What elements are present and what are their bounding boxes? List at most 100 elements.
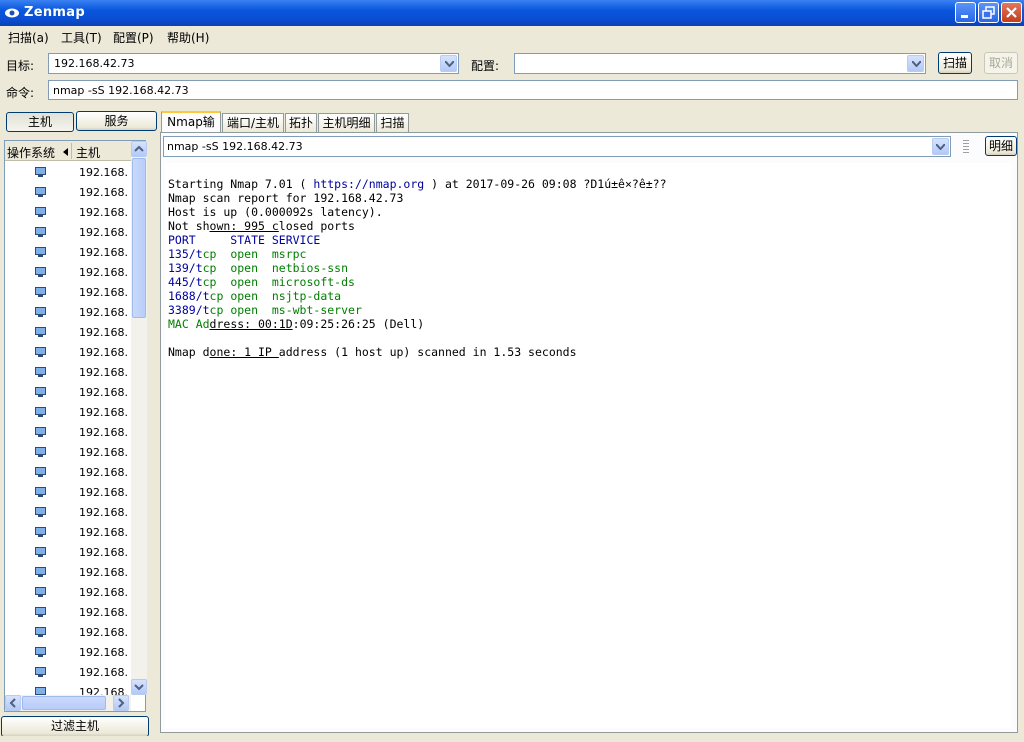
scroll-up-button[interactable] [131,141,147,157]
host-row[interactable]: 192.168. [5,662,131,682]
host-row[interactable]: 192.168. [5,642,131,662]
zenmap-eye-icon [5,8,19,18]
host-row[interactable]: 192.168. [5,422,131,442]
tab-nmap-output[interactable]: Nmap输出 [161,111,221,147]
host-ip: 192.168. [79,206,128,219]
windows-os-icon [35,407,46,417]
separator-grip-icon [963,140,969,153]
status-bar [0,736,1024,742]
windows-os-icon [35,667,46,677]
output-scan-value[interactable]: nmap -sS 192.168.42.73 [167,140,303,153]
column-os[interactable]: 操作系统 [7,144,55,161]
host-list-header: 操作系统 主机 [5,141,131,161]
target-value[interactable]: 192.168.42.73 [54,57,134,70]
scroll-left-button[interactable] [5,695,21,711]
target-dropdown-button[interactable] [440,55,457,72]
command-value[interactable]: nmap -sS 192.168.42.73 [53,84,189,97]
menu-help[interactable]: 帮助(H) [167,29,209,46]
scroll-down-button[interactable] [131,679,147,695]
host-row[interactable]: 192.168. [5,462,131,482]
host-row[interactable]: 192.168. [5,182,131,202]
output-line: Nmap scan report for 192.168.42.73 [168,191,404,205]
menu-tools[interactable]: 工具(T) [61,29,102,46]
windows-os-icon [35,167,46,177]
chevron-down-icon [134,684,144,691]
title-bar: Zenmap [0,0,1024,26]
output-line-port: 445/tcp open microsoft-ds [168,275,355,289]
host-ip: 192.168. [79,166,128,179]
host-ip: 192.168. [79,366,128,379]
host-ip: 192.168. [79,506,128,519]
menu-profile[interactable]: 配置(P) [113,29,154,46]
output-line-port: 3389/tcp open ms-wbt-server [168,303,362,317]
services-button[interactable]: 服务 [76,111,157,131]
host-row[interactable]: 192.168. [5,522,131,542]
host-list-vscrollbar[interactable] [131,141,147,695]
host-row[interactable]: 192.168. [5,342,131,362]
host-row[interactable]: 192.168. [5,162,131,182]
host-ip: 192.168. [79,606,128,619]
details-button[interactable]: 明细 [985,136,1017,156]
host-ip: 192.168. [79,526,128,539]
host-row[interactable]: 192.168. [5,382,131,402]
tab-host-details[interactable]: 主机明细 [318,113,375,132]
host-row[interactable]: 192.168. [5,282,131,302]
host-list-hscrollbar[interactable] [5,695,131,711]
windows-os-icon [35,647,46,657]
host-row[interactable]: 192.168. [5,262,131,282]
host-row[interactable]: 192.168. [5,202,131,222]
hscroll-thumb[interactable] [22,696,106,710]
host-row[interactable]: 192.168. [5,242,131,262]
host-row[interactable]: 192.168. [5,322,131,342]
tab-topology[interactable]: 拓扑 [285,113,317,132]
windows-os-icon [35,507,46,517]
host-row[interactable]: 192.168. [5,362,131,382]
output-line-done: Nmap done: 1 IP address (1 host up) scan… [168,345,577,359]
host-row[interactable]: 192.168. [5,562,131,582]
windows-os-icon [35,367,46,377]
windows-os-icon [35,347,46,357]
profile-dropdown-button[interactable] [907,55,924,72]
scan-button[interactable]: 扫描 [938,52,972,74]
command-input[interactable]: nmap -sS 192.168.42.73 [48,80,1018,100]
minimize-button[interactable] [955,2,976,23]
target-combo[interactable]: 192.168.42.73 [48,53,459,74]
target-label: 目标: [6,59,35,73]
close-button[interactable] [1001,2,1022,23]
host-ip: 192.168. [79,266,128,279]
windows-os-icon [35,427,46,437]
host-row[interactable]: 192.168. [5,222,131,242]
nmap-output-text[interactable]: Starting Nmap 7.01 ( https://nmap.org ) … [165,163,1011,728]
scroll-thumb[interactable] [132,158,146,318]
host-row[interactable]: 192.168. [5,482,131,502]
host-row[interactable]: 192.168. [5,502,131,522]
windows-os-icon [35,447,46,457]
windows-os-icon [35,387,46,397]
scroll-right-button[interactable] [113,695,129,711]
host-row[interactable]: 192.168. [5,582,131,602]
cancel-button[interactable]: 取消 [984,52,1018,74]
output-dropdown-button[interactable] [932,138,949,155]
profile-combo[interactable] [514,53,926,74]
host-ip: 192.168. [79,566,128,579]
host-row[interactable]: 192.168. [5,602,131,622]
windows-os-icon [35,567,46,577]
host-row[interactable]: 192.168. [5,442,131,462]
chevron-down-icon [912,61,921,67]
host-row[interactable]: 192.168. [5,622,131,642]
nmap-url-link[interactable]: https://nmap.org [313,177,424,191]
maximize-button[interactable] [978,2,999,23]
host-row[interactable]: 192.168. [5,402,131,422]
output-scan-selector[interactable]: nmap -sS 192.168.42.73 [163,136,951,157]
tab-ports-hosts[interactable]: 端口/主机 [222,113,284,132]
host-row[interactable]: 192.168. [5,542,131,562]
filter-hosts-button[interactable]: 过滤主机 [1,716,149,737]
output-line: Not shown: 995 closed ports [168,219,355,233]
column-host[interactable]: 主机 [76,144,100,161]
chevron-down-icon [445,61,454,67]
tab-scans[interactable]: 扫描 [376,113,409,132]
hosts-button[interactable]: 主机 [6,112,74,132]
host-ip: 192.168. [79,186,128,199]
host-row[interactable]: 192.168. [5,302,131,322]
menu-scan[interactable]: 扫描(a) [8,29,49,46]
